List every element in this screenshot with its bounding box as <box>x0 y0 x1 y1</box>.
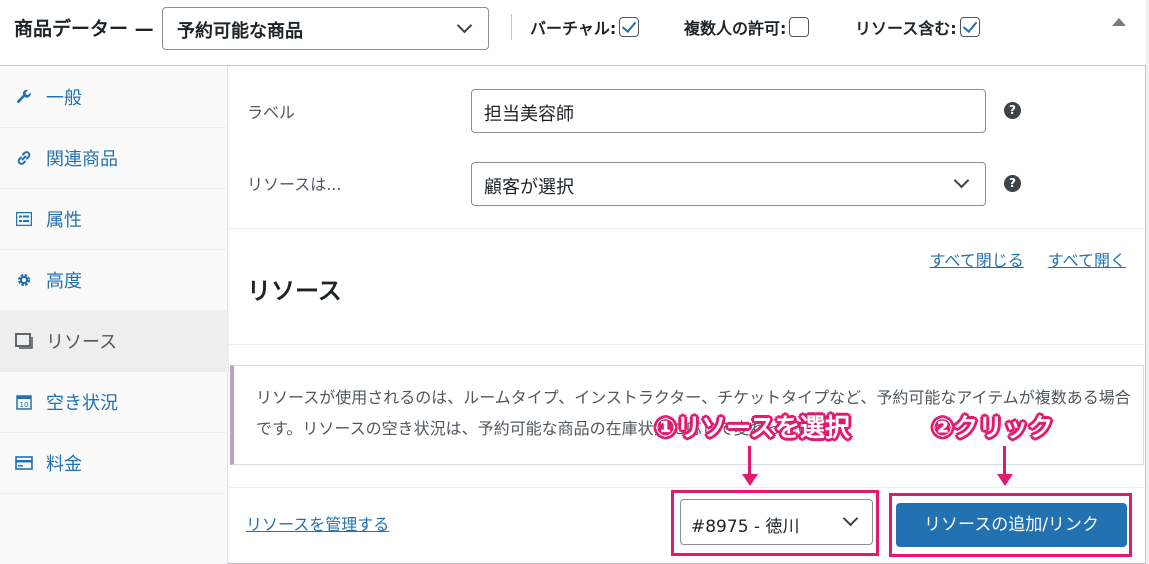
tab-general[interactable]: 一般 <box>0 67 228 128</box>
highlight-resource-select <box>671 490 879 556</box>
virtual-label: バーチャル: <box>530 19 617 38</box>
multiple-persons-label: 複数人の許可: <box>684 19 787 38</box>
tab-linked-products[interactable]: 関連商品 <box>0 128 228 189</box>
svg-text:10: 10 <box>20 401 29 409</box>
section-divider <box>229 228 1146 229</box>
panel-header: 商品データー — 予約可能な商品 バーチャル: 複数人の許可: リソース含む: <box>0 0 1146 66</box>
tab-attributes-label: 属性 <box>46 210 82 231</box>
label-field-label: ラベル <box>247 103 296 122</box>
card-icon <box>14 453 34 473</box>
tab-availability[interactable]: 10 空き状況 <box>0 372 228 433</box>
tab-advanced-label: 高度 <box>46 271 82 292</box>
resources-heading: リソース <box>247 277 342 305</box>
tab-resources-label: リソース <box>46 332 118 353</box>
wrench-icon <box>14 87 34 107</box>
tab-costs[interactable]: 料金 <box>0 433 228 494</box>
tab-availability-label: 空き状況 <box>46 393 118 414</box>
tab-linked-products-label: 関連商品 <box>46 149 118 170</box>
annotation-step1: ①リソースを選択 <box>655 413 850 442</box>
highlight-add-button <box>889 493 1132 557</box>
arrow-step2-shaft <box>1003 446 1006 476</box>
calendar-icon: 10 <box>14 392 34 412</box>
close-all-link[interactable]: すべて閉じる <box>930 251 1024 270</box>
gear-icon <box>14 270 34 290</box>
multiple-persons-option[interactable]: 複数人の許可: <box>684 14 810 40</box>
resources-are-select[interactable]: 顧客が選択 <box>471 162 986 206</box>
open-all-link[interactable]: すべて開く <box>1048 251 1126 270</box>
collapse-toggle-icon[interactable] <box>1112 18 1126 26</box>
window-icon <box>14 331 34 351</box>
product-type-select[interactable]: 予約可能な商品 <box>162 7 489 50</box>
resources-are-label: リソースは... <box>247 175 342 194</box>
product-data-panel: 商品データー — 予約可能な商品 バーチャル: 複数人の許可: リソース含む: … <box>0 0 1146 564</box>
list-icon <box>14 209 34 229</box>
section-divider <box>229 344 1146 345</box>
arrow-down-icon <box>742 474 758 486</box>
tab-costs-label: 料金 <box>46 454 82 475</box>
header-divider <box>511 14 512 40</box>
chevron-down-icon <box>953 172 970 189</box>
has-resources-option[interactable]: リソース含む: <box>855 14 980 40</box>
expand-collapse-links: すべて閉じる すべて開く <box>930 247 1127 271</box>
product-type-value: 予約可能な商品 <box>177 21 303 42</box>
tab-resources[interactable]: リソース <box>0 311 229 372</box>
arrow-down-icon <box>997 474 1013 486</box>
annotation-step2: ②クリック <box>932 413 1054 442</box>
manage-resources-link[interactable]: リソースを管理する <box>246 511 389 535</box>
section-divider <box>229 487 1146 488</box>
panel-title: 商品データー — <box>14 18 154 40</box>
product-data-tabs: 一般 関連商品 属性 高度 リソース 10 空き状況 料金 <box>0 67 229 564</box>
label-input-value: 担当美容師 <box>484 104 574 125</box>
has-resources-checkbox[interactable] <box>959 17 980 37</box>
virtual-option[interactable]: バーチャル: <box>530 14 640 40</box>
help-icon[interactable]: ? <box>1004 175 1021 192</box>
tab-general-label: 一般 <box>46 88 82 109</box>
link-icon <box>14 148 34 168</box>
chevron-down-icon <box>456 17 473 34</box>
tab-attributes[interactable]: 属性 <box>0 189 228 250</box>
arrow-step1-shaft <box>748 446 751 476</box>
multiple-persons-checkbox[interactable] <box>789 17 810 37</box>
has-resources-label: リソース含む: <box>855 19 957 38</box>
label-input[interactable]: 担当美容師 <box>471 89 986 133</box>
resources-are-value: 顧客が選択 <box>484 177 574 198</box>
tab-advanced[interactable]: 高度 <box>0 250 228 311</box>
help-icon[interactable]: ? <box>1004 102 1021 119</box>
virtual-checkbox[interactable] <box>619 17 640 37</box>
